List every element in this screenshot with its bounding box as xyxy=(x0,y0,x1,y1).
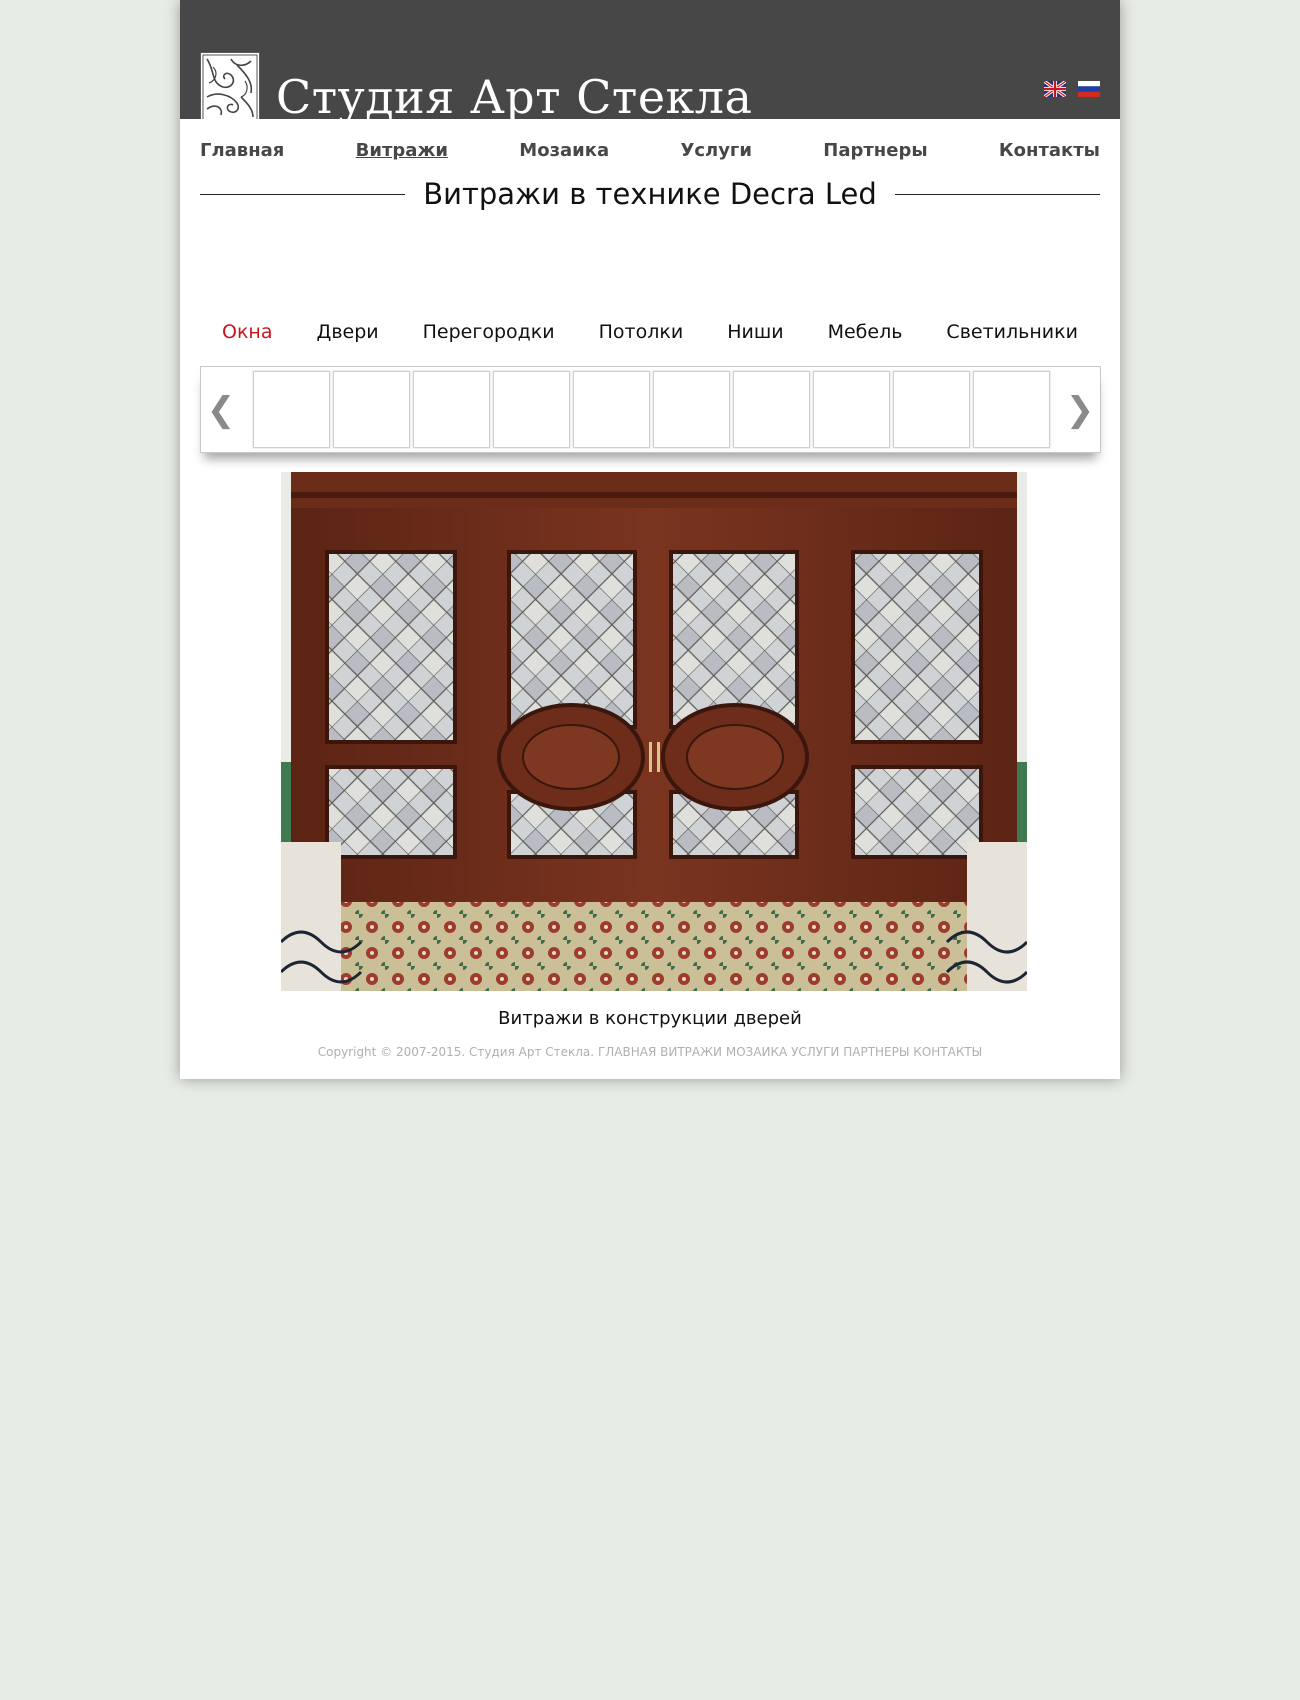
thumbnail[interactable] xyxy=(333,371,410,448)
page-title-row: Витражи в технике Decra Led xyxy=(200,174,1100,214)
site-header: Студия Арт Стекла xyxy=(180,0,1120,119)
category-tabs: Окна Двери Перегородки Потолки Ниши Мебе… xyxy=(200,321,1100,343)
russia-flag-icon[interactable] xyxy=(1078,81,1100,97)
category-lamps[interactable]: Светильники xyxy=(946,321,1078,343)
thumbnail[interactable] xyxy=(653,371,730,448)
carousel-prev-button[interactable]: ❮ xyxy=(201,367,241,452)
language-switcher xyxy=(1044,81,1100,97)
uk-flag-icon[interactable] xyxy=(1044,81,1066,97)
stained-glass-logo-icon xyxy=(202,54,258,119)
thumbnail[interactable] xyxy=(813,371,890,448)
category-doors[interactable]: Двери xyxy=(317,321,379,343)
main-nav: Главная Витражи Мозаика Услуги Партнеры … xyxy=(200,140,1100,161)
nav-item-stained-glass[interactable]: Витражи xyxy=(356,140,448,161)
photo-caption: Витражи в конструкции дверей xyxy=(498,1008,802,1029)
logo-link[interactable] xyxy=(200,52,260,119)
site-footer: Copyright © 2007-2015. Студия Арт Стекла… xyxy=(180,1045,1120,1059)
category-partitions[interactable]: Перегородки xyxy=(423,321,555,343)
thumbnail-carousel: ❮ ❯ xyxy=(200,366,1101,453)
footer-link-home[interactable]: ГЛАВНАЯ xyxy=(598,1045,656,1059)
thumbnail[interactable] xyxy=(573,371,650,448)
footer-link-partners[interactable]: ПАРТНЕРЫ xyxy=(843,1045,909,1059)
thumbnail-strip xyxy=(253,371,1050,448)
thumbnail[interactable] xyxy=(893,371,970,448)
brand-name: Студия Арт Стекла xyxy=(276,70,753,119)
title-divider-left xyxy=(200,193,406,195)
footer-link-contacts[interactable]: КОНТАКТЫ xyxy=(913,1045,982,1059)
page-title: Витражи в технике Decra Led xyxy=(423,177,877,211)
category-windows[interactable]: Окна xyxy=(222,321,273,343)
thumbnail[interactable] xyxy=(973,371,1050,448)
nav-item-home[interactable]: Главная xyxy=(200,140,284,161)
category-niches[interactable]: Ниши xyxy=(727,321,783,343)
thumbnail[interactable] xyxy=(253,371,330,448)
nav-item-services[interactable]: Услуги xyxy=(680,140,751,161)
carousel-next-button[interactable]: ❯ xyxy=(1060,367,1100,452)
nav-item-mosaic[interactable]: Мозаика xyxy=(519,140,609,161)
category-ceilings[interactable]: Потолки xyxy=(599,321,684,343)
nav-item-partners[interactable]: Партнеры xyxy=(823,140,927,161)
copyright-text: Copyright © 2007-2015. Студия Арт Стекла… xyxy=(317,1045,595,1059)
footer-link-mosaic[interactable]: МОЗАИКА xyxy=(726,1045,787,1059)
thumbnail[interactable] xyxy=(413,371,490,448)
footer-link-stained-glass[interactable]: ВИТРАЖИ xyxy=(660,1045,722,1059)
thumbnail[interactable] xyxy=(493,371,570,448)
thumbnail[interactable] xyxy=(733,371,810,448)
category-furniture[interactable]: Мебель xyxy=(828,321,903,343)
gallery-main-photo xyxy=(281,472,1027,991)
page-container: Студия Арт Стекла Главная Витражи Мозаик… xyxy=(180,0,1120,1079)
footer-link-services[interactable]: УСЛУГИ xyxy=(791,1045,839,1059)
nav-item-contacts[interactable]: Контакты xyxy=(999,140,1100,161)
title-divider-right xyxy=(894,193,1100,195)
